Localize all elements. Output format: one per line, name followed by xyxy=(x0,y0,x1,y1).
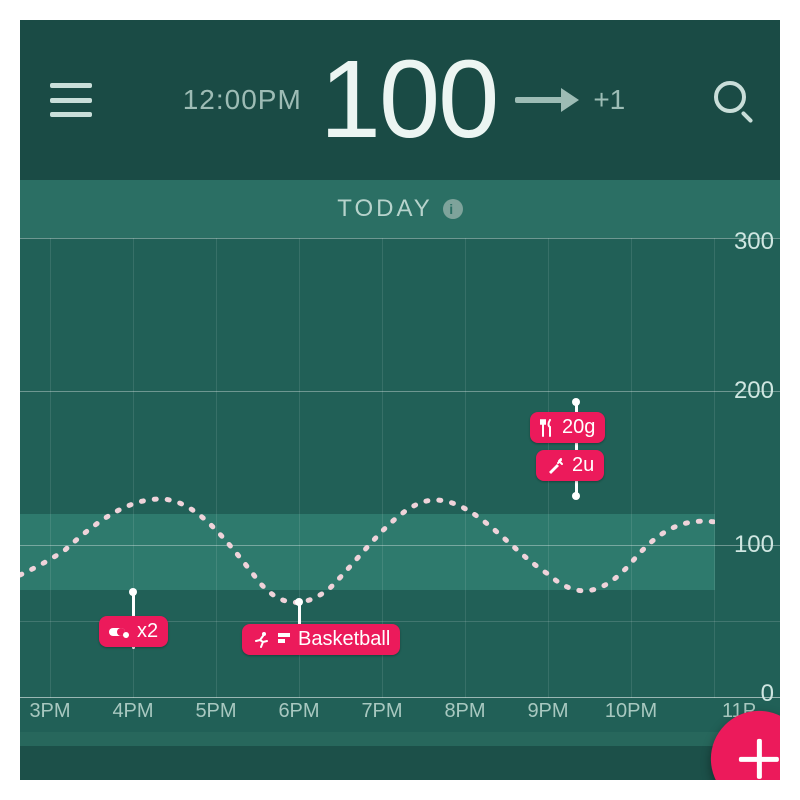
gridline-100 xyxy=(20,545,780,546)
gridline-200 xyxy=(20,391,780,392)
ylab-100: 100 xyxy=(734,531,774,559)
event-dot-food-bottom xyxy=(572,492,580,500)
event-insulin-label: 2u xyxy=(572,454,594,477)
intensity-icon xyxy=(278,633,290,647)
menu-icon[interactable] xyxy=(50,83,92,117)
event-food[interactable]: 20g xyxy=(530,412,605,443)
xlab-2: 5PM xyxy=(195,700,236,723)
event-exercise-label: Basketball xyxy=(298,628,390,651)
app-screen: 12:00PM 100 +1 TODAY i xyxy=(20,20,780,780)
event-dot-exercise xyxy=(295,598,303,606)
xlab-0: 3PM xyxy=(29,700,70,723)
x-axis-labels: 3PM 4PM 5PM 6PM 7PM 8PM 9PM 10PM 11P xyxy=(20,700,780,736)
grid-11pm xyxy=(714,238,715,698)
footer-strip xyxy=(20,746,780,780)
event-insulin[interactable]: 2u xyxy=(536,450,604,481)
event-dot-meds xyxy=(129,588,137,596)
grid-8pm xyxy=(465,238,466,698)
trend-delta: +1 xyxy=(593,84,625,116)
grid-3pm xyxy=(50,238,51,698)
fork-knife-icon xyxy=(540,419,554,437)
event-dot-food-top xyxy=(572,398,580,406)
gridline-300 xyxy=(20,238,780,239)
syringe-icon xyxy=(546,457,564,475)
grid-10pm xyxy=(631,238,632,698)
pill-icon xyxy=(109,625,129,639)
glucose-value: 100 xyxy=(320,45,498,155)
header-bar: 12:00PM 100 +1 xyxy=(20,20,780,180)
xlab-5: 8PM xyxy=(444,700,485,723)
chart-title-label: TODAY xyxy=(337,195,432,223)
plot-area[interactable]: x2 Basketball 20g xyxy=(20,238,715,698)
gridline-0 xyxy=(20,697,780,698)
event-meds[interactable]: x2 xyxy=(99,616,168,647)
trend-arrow-icon xyxy=(515,97,575,103)
ylab-300: 300 xyxy=(734,228,774,256)
xlab-4: 7PM xyxy=(361,700,402,723)
event-exercise[interactable]: Basketball xyxy=(242,624,400,655)
chart-title-bar: TODAY i xyxy=(20,180,780,238)
y-axis-labels: 300 200 100 0 xyxy=(716,238,774,698)
header-time: 12:00PM xyxy=(183,84,302,116)
search-icon[interactable] xyxy=(716,83,750,117)
runner-icon xyxy=(252,631,270,649)
chart-container: TODAY i xyxy=(20,180,780,780)
event-meds-label: x2 xyxy=(137,620,158,643)
info-icon[interactable]: i xyxy=(443,199,463,219)
target-range-band xyxy=(20,514,715,590)
grid-5pm xyxy=(216,238,217,698)
xlab-7: 10PM xyxy=(605,700,657,723)
xlab-3: 6PM xyxy=(278,700,319,723)
xlab-1: 4PM xyxy=(112,700,153,723)
event-food-label: 20g xyxy=(562,416,595,439)
header-readout: 12:00PM 100 +1 xyxy=(92,45,716,155)
ylab-200: 200 xyxy=(734,377,774,405)
xlab-6: 9PM xyxy=(527,700,568,723)
